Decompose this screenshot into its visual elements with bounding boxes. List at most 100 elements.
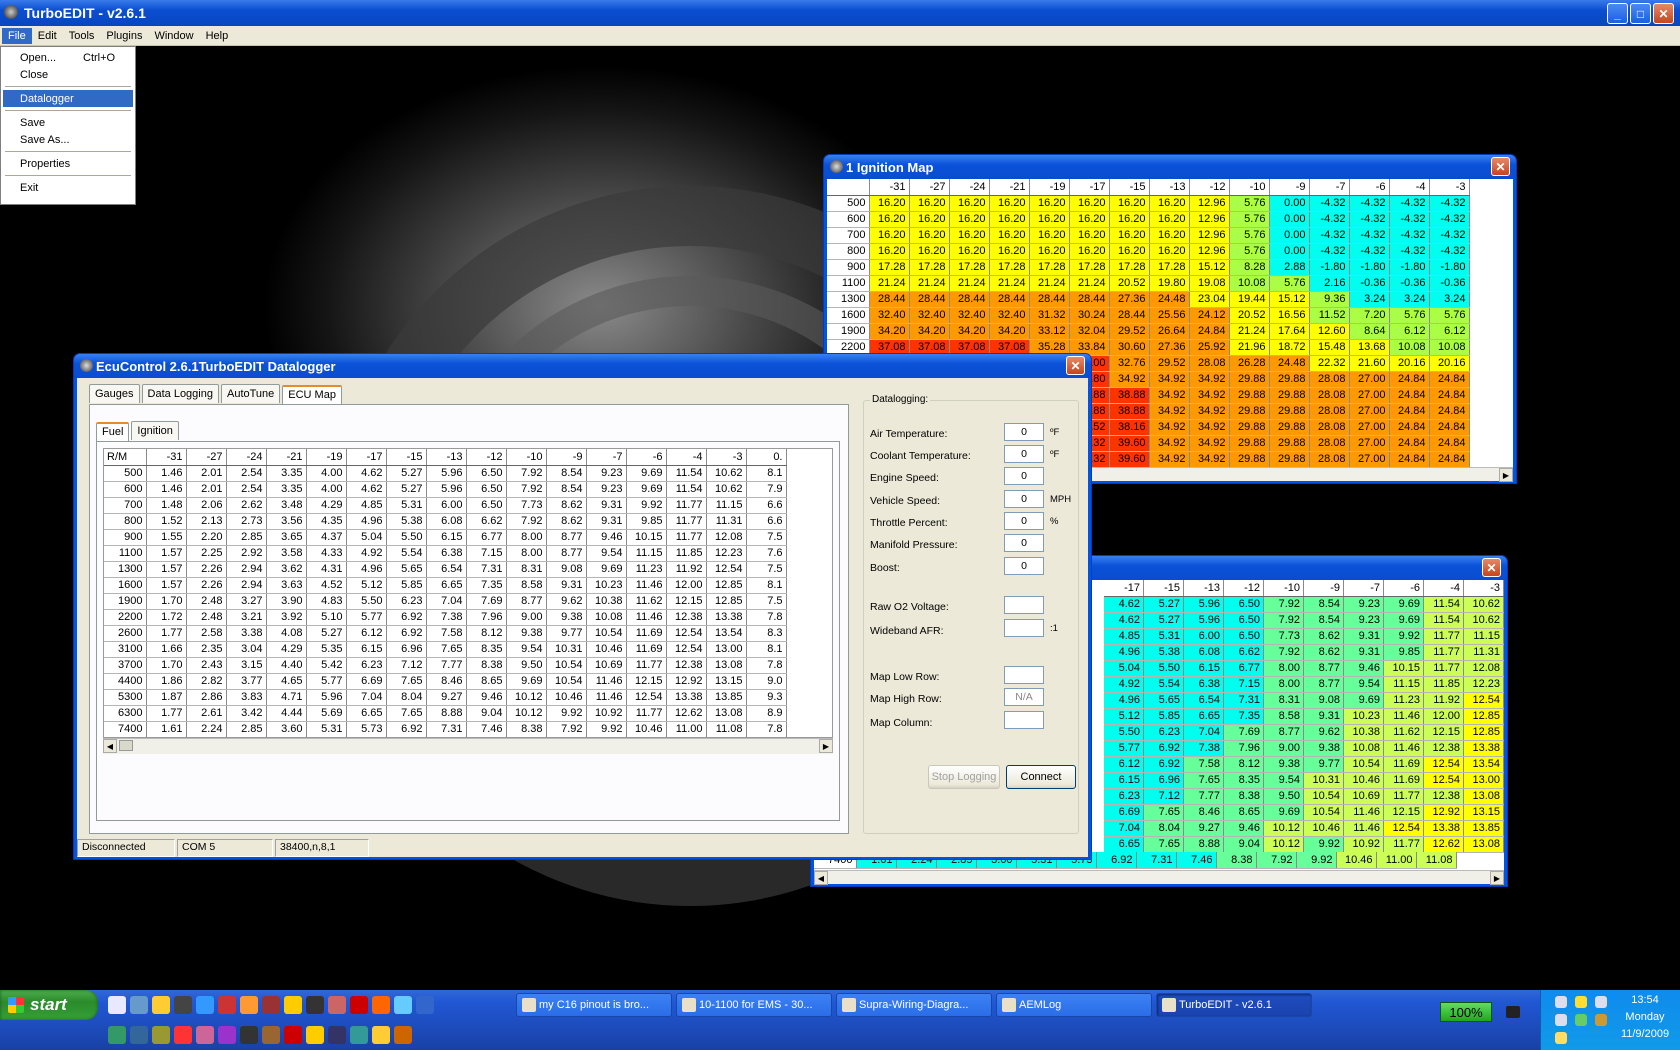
map-cell[interactable]: 21.24: [989, 275, 1030, 292]
map-cell[interactable]: -4.32: [1429, 211, 1470, 228]
map-cell[interactable]: 8.1: [746, 465, 787, 482]
map-cell[interactable]: 29.88: [1229, 403, 1270, 420]
row-header[interactable]: 6300: [104, 705, 147, 722]
map-cell[interactable]: 6.77: [1223, 660, 1264, 677]
map-cell[interactable]: 7.96: [1223, 740, 1264, 757]
map-cell[interactable]: 11.77: [1383, 836, 1424, 853]
map-cell[interactable]: 7.73: [1263, 628, 1304, 645]
map-cell[interactable]: 9.77: [1303, 756, 1344, 773]
column-header[interactable]: 0.: [746, 449, 787, 466]
map-cell[interactable]: 10.12: [506, 705, 547, 722]
map-cell[interactable]: 9.3: [746, 689, 787, 706]
map-cell[interactable]: 23.04: [1189, 291, 1230, 308]
map-cell[interactable]: 10.23: [586, 577, 627, 594]
row-header[interactable]: 1600: [827, 307, 870, 324]
map-cell[interactable]: 12.38: [1423, 740, 1464, 757]
map-cell[interactable]: 5.96: [1183, 596, 1224, 613]
map-cell[interactable]: 8.54: [546, 481, 587, 498]
map-cell[interactable]: 5.12: [1103, 708, 1144, 725]
map-cell[interactable]: 32.40: [989, 307, 1030, 324]
map-cell[interactable]: 6.62: [1223, 644, 1264, 661]
map-cell[interactable]: 1.70: [146, 593, 187, 610]
map-cell[interactable]: 3.62: [266, 561, 307, 578]
map-cell[interactable]: 3.60: [266, 721, 307, 737]
map-cell[interactable]: 11.62: [626, 593, 667, 610]
map-cell[interactable]: 7.65: [386, 705, 427, 722]
map-cell[interactable]: 15.12: [1269, 291, 1310, 308]
map-cell[interactable]: 32.76: [1109, 355, 1150, 372]
map-cell[interactable]: 28.44: [989, 291, 1030, 308]
quick-launch-icon[interactable]: [174, 996, 192, 1014]
map-cell[interactable]: 9.31: [586, 497, 627, 514]
column-header[interactable]: -4: [666, 449, 707, 466]
map-cell[interactable]: 4.44: [266, 705, 307, 722]
map-cell[interactable]: 9.04: [1223, 836, 1264, 853]
map-cell[interactable]: 6.54: [426, 561, 467, 578]
map-cell[interactable]: 9.69: [1383, 596, 1424, 613]
map-cell[interactable]: 16.20: [949, 195, 990, 212]
map-cell[interactable]: 5.96: [426, 465, 467, 482]
map-cell[interactable]: 7.8: [746, 657, 787, 674]
map-cell[interactable]: 11.54: [1423, 596, 1464, 613]
map-cell[interactable]: 21.96: [1229, 339, 1270, 356]
map-cell[interactable]: 27.36: [1149, 339, 1190, 356]
map-cell[interactable]: 12.23: [706, 545, 747, 562]
map-cell[interactable]: 11.46: [1343, 820, 1384, 837]
map-cell[interactable]: 8.28: [1229, 259, 1270, 276]
map-cell[interactable]: 5.76: [1389, 307, 1430, 324]
map-cell[interactable]: 2.58: [186, 625, 227, 642]
map-cell[interactable]: 27.00: [1349, 435, 1390, 452]
map-cell[interactable]: 5.76: [1229, 211, 1270, 228]
map-cell[interactable]: -1.80: [1389, 259, 1430, 276]
map-cell[interactable]: 12.00: [1423, 708, 1464, 725]
map-cell[interactable]: 7.35: [1223, 708, 1264, 725]
map-cell[interactable]: 3.42: [226, 705, 267, 722]
map-cell[interactable]: 10.92: [586, 705, 627, 722]
map-cell[interactable]: 11.31: [706, 513, 747, 530]
map-cell[interactable]: -0.36: [1389, 275, 1430, 292]
map-cell[interactable]: 9.69: [586, 561, 627, 578]
map-cell[interactable]: 12.92: [1423, 804, 1464, 821]
tab-data-logging[interactable]: Data Logging: [141, 384, 219, 403]
map-cell[interactable]: 0.00: [1269, 227, 1310, 244]
map-cell[interactable]: 12.54: [1423, 756, 1464, 773]
quick-launch-icon[interactable]: [130, 996, 148, 1014]
map-cell[interactable]: 6.77: [466, 529, 507, 546]
map-cell[interactable]: 13.54: [1463, 756, 1504, 773]
map-cell[interactable]: 2.01: [186, 465, 227, 482]
map-cell[interactable]: 5.50: [386, 529, 427, 546]
map-cell[interactable]: 3.27: [226, 593, 267, 610]
map-cell[interactable]: 5.27: [386, 481, 427, 498]
map-cell[interactable]: 9.00: [1263, 740, 1304, 757]
quick-launch-icon[interactable]: [152, 996, 170, 1014]
column-header[interactable]: -15: [1109, 179, 1150, 196]
map-cell[interactable]: 28.08: [1309, 451, 1350, 467]
map-cell[interactable]: 9.31: [1303, 708, 1344, 725]
map-cell[interactable]: 5.85: [386, 577, 427, 594]
tray-icon[interactable]: [1555, 1014, 1567, 1026]
map-cell[interactable]: 4.35: [306, 513, 347, 530]
map-cell[interactable]: 1.77: [146, 625, 187, 642]
map-cell[interactable]: 5.35: [306, 641, 347, 658]
map-cell[interactable]: 24.12: [1189, 307, 1230, 324]
map-cell[interactable]: 13.38: [666, 689, 707, 706]
column-header[interactable]: -6: [626, 449, 667, 466]
map-cell[interactable]: 34.92: [1149, 451, 1190, 467]
map-cell[interactable]: 7.69: [1223, 724, 1264, 741]
map-cell[interactable]: 12.54: [1383, 820, 1424, 837]
map-cell[interactable]: 2.85: [226, 529, 267, 546]
map-cell[interactable]: 11.15: [1463, 628, 1504, 645]
map-cell[interactable]: 13.08: [1463, 788, 1504, 805]
map-cell[interactable]: 11.46: [1343, 804, 1384, 821]
map-cell[interactable]: 6.65: [346, 705, 387, 722]
map-cell[interactable]: 13.38: [1463, 740, 1504, 757]
map-cell[interactable]: 5.10: [306, 609, 347, 626]
map-cell[interactable]: 9.50: [1263, 788, 1304, 805]
map-cell[interactable]: 8.31: [1263, 692, 1304, 709]
map-cell[interactable]: 5.96: [1183, 612, 1224, 629]
map-cell[interactable]: 4.29: [306, 497, 347, 514]
map-cell[interactable]: 13.38: [1423, 820, 1464, 837]
row-header[interactable]: 2600: [104, 625, 147, 642]
map-cell[interactable]: 9.31: [586, 513, 627, 530]
minimize-button[interactable]: _: [1607, 3, 1628, 24]
